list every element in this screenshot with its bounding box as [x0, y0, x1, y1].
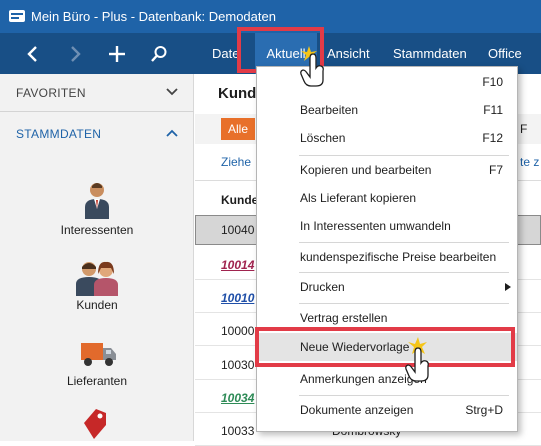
page-title: Kund	[218, 85, 257, 102]
app-icon	[9, 10, 25, 22]
forward-icon	[71, 45, 81, 62]
menu-item-shortcut: F12	[482, 131, 503, 145]
menu-item-label: Kopieren und bearbeiten	[300, 163, 432, 177]
sidebar-section-favoriten[interactable]: FAVORITEN	[0, 74, 194, 112]
chevron-up-icon[interactable]	[166, 129, 178, 137]
menu-item-label: In Interessenten umwandeln	[300, 219, 451, 233]
menu-item-shortcut: F11	[483, 103, 503, 117]
interessenten-person-icon[interactable]	[83, 181, 111, 219]
chevron-down-icon[interactable]	[166, 88, 178, 96]
row-id: 10040	[221, 223, 255, 237]
row-id: 10014	[221, 258, 255, 272]
menu-item-shortcut: Strg+D	[465, 403, 503, 417]
filter-chip-alle[interactable]: Alle	[221, 118, 256, 140]
menu-item-label: Drucken	[300, 280, 345, 294]
row-id: 10030	[221, 358, 255, 372]
menu-item-label: Löschen	[300, 131, 346, 145]
truck-icon[interactable]	[80, 340, 118, 368]
tag-icon[interactable]	[80, 405, 110, 441]
row-id: 10034	[221, 391, 255, 405]
forward-button[interactable]	[56, 33, 94, 74]
menu-item-dokumente-anzeigen[interactable]: Dokumente anzeigen Strg+D	[257, 396, 517, 424]
back-button[interactable]	[14, 33, 52, 74]
menu-item-label: Bearbeiten	[300, 103, 359, 117]
search-icon	[151, 45, 167, 62]
plus-icon	[109, 45, 125, 62]
search-button[interactable]	[140, 33, 178, 74]
menu-item-neu[interactable]: F10	[257, 68, 517, 96]
menu-item-label: Dokumente anzeigen	[300, 403, 414, 417]
menu-item-shortcut: F10	[482, 75, 503, 89]
menu-item-als-lieferant-kopieren[interactable]: Als Lieferant kopieren	[257, 184, 517, 212]
menu-item-drucken[interactable]: Drucken	[257, 273, 517, 301]
sidebar-section-stammdaten[interactable]: STAMMDATEN	[0, 115, 194, 153]
highlight-box-neue-wiedervorlage	[255, 327, 515, 367]
tile-lieferanten[interactable]: Lieferanten	[0, 374, 194, 388]
stammdaten-label: STAMMDATEN	[16, 127, 102, 141]
menu-item-label: Als Lieferant kopieren	[300, 191, 417, 205]
back-icon	[27, 45, 37, 62]
group-hint-right: te z	[520, 155, 540, 169]
kunden-people-icon[interactable]	[73, 260, 121, 296]
hand-cursor-icon	[300, 46, 324, 87]
row-id: 10033	[221, 424, 255, 438]
menu-item-shortcut: F7	[488, 163, 503, 177]
menu-item-loeschen[interactable]: Löschen F12	[257, 124, 517, 152]
tile-kunden[interactable]: Kunden	[0, 298, 194, 312]
menu-item-label: kundenspezifische Preise bearbeiten	[300, 250, 497, 264]
favoriten-label: FAVORITEN	[16, 86, 86, 100]
filter-bar-right-text: F	[520, 122, 528, 136]
tile-interessenten[interactable]: Interessenten	[0, 223, 194, 237]
group-hint-text: Ziehe	[221, 155, 252, 169]
menu-item-anmerkungen-anzeigen[interactable]: Anmerkungen anzeigen	[257, 365, 517, 393]
submenu-arrow-icon	[505, 283, 511, 291]
menu-item-preise-bearbeiten[interactable]: kundenspezifische Preise bearbeiten	[257, 243, 517, 271]
row-id: 10010	[221, 291, 255, 305]
hand-cursor-icon	[405, 337, 429, 382]
menu-datei[interactable]: Date	[212, 33, 239, 74]
column-header-kunde[interactable]: Kunde	[221, 190, 258, 210]
row-id: 10000	[221, 324, 255, 338]
menu-item-bearbeiten[interactable]: Bearbeiten F11	[257, 96, 517, 124]
menu-item-kopieren-bearbeiten[interactable]: Kopieren und bearbeiten F7	[257, 156, 517, 184]
menu-item-in-interessenten-umwandeln[interactable]: In Interessenten umwandeln	[257, 212, 517, 240]
add-button[interactable]	[98, 33, 136, 74]
